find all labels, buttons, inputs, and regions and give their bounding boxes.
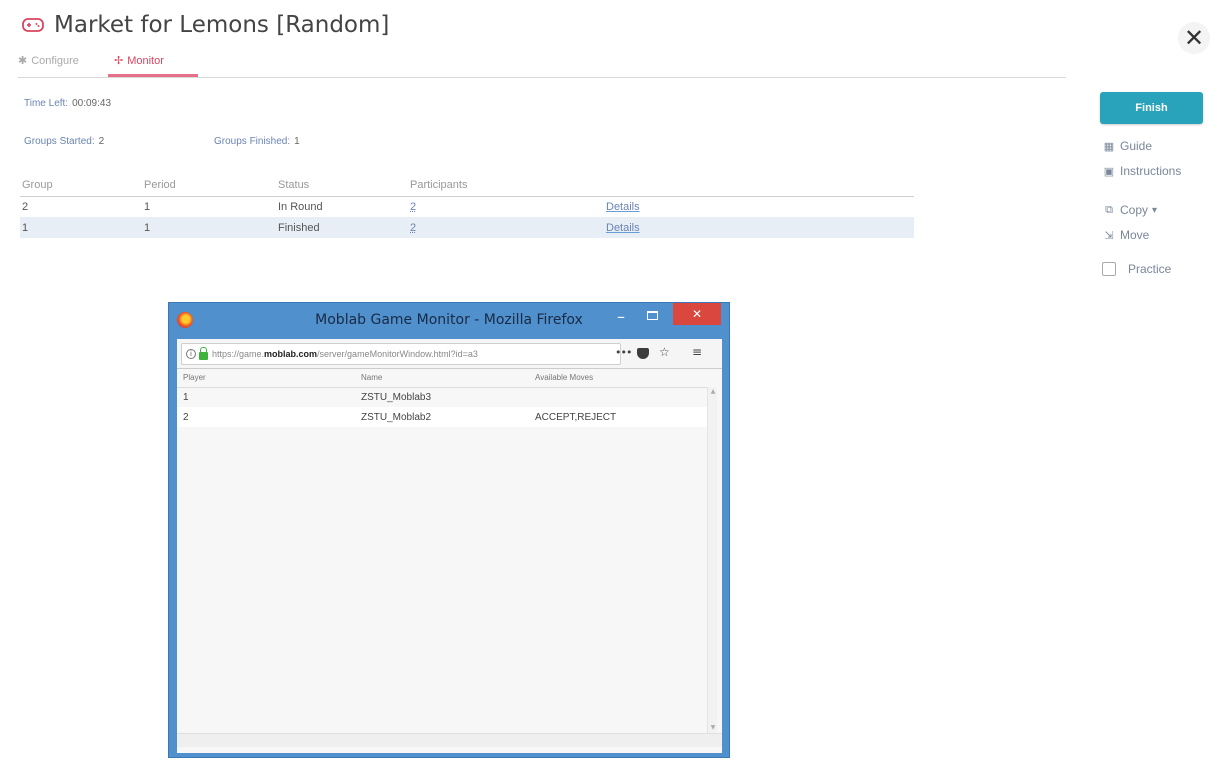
close-icon: ✕ (691, 307, 703, 321)
horizontal-scrollbar[interactable] (177, 733, 722, 747)
tab-bar: ✱ Configure ✢ Monitor (18, 50, 1066, 78)
copy-label: Copy (1120, 203, 1149, 217)
header-name: Name (355, 369, 529, 388)
details-link[interactable]: Details (606, 222, 640, 234)
cell-status: In Round (278, 200, 323, 213)
header-participants: Participants (408, 174, 604, 197)
cell-player: 2 (177, 407, 355, 427)
lock-icon (199, 346, 208, 360)
cell-period: 1 (144, 200, 151, 213)
header-actions (604, 174, 914, 197)
hamburger-menu-icon[interactable]: ≡ (692, 345, 702, 359)
participants-link[interactable]: 2 (410, 222, 416, 234)
tab-configure-label: Configure (31, 54, 79, 67)
table-row: 2 1 In Round 2 Details (20, 196, 914, 217)
table-header-row: Group Period Status Participants (20, 174, 914, 197)
scroll-down-icon[interactable]: ▼ (708, 723, 718, 733)
groups-started: Groups Started: 2 (24, 136, 104, 147)
cell-name: ZSTU_Moblab2 (355, 407, 529, 427)
practice-toggle[interactable]: Practice (1102, 262, 1171, 276)
url-path: /server/gameMonitorWindow.html?id=a3 (317, 349, 478, 359)
groups-started-label: Groups Started: (24, 136, 95, 147)
header-available-moves: Available Moves (529, 369, 707, 388)
active-tab-indicator (108, 74, 198, 77)
copy-dropdown[interactable]: ⧉ Copy ▾ (1102, 203, 1157, 217)
cell-moves: ACCEPT,REJECT (529, 407, 707, 427)
pulse-icon: ✢ (114, 55, 124, 67)
table-row: 2 ZSTU_Moblab2 ACCEPT,REJECT (177, 407, 707, 427)
firefox-toolbar: i https://game. moblab.com/server/gameMon… (177, 339, 722, 369)
details-link[interactable]: Details (606, 201, 640, 213)
time-left: Time Left: 00:09:43 (24, 98, 111, 109)
cell-status: Finished (276, 217, 408, 238)
header-group: Group (20, 174, 142, 197)
book-icon: ▦ (1103, 140, 1115, 153)
header-period: Period (142, 174, 276, 197)
time-left-value: 00:09:43 (72, 98, 112, 109)
header-player: Player (177, 369, 355, 388)
finish-button[interactable]: Finish (1100, 92, 1203, 124)
minimize-icon[interactable]: – (617, 309, 633, 325)
close-button[interactable]: ✕ (1178, 22, 1210, 54)
cell-moves (529, 387, 707, 407)
gamepad-icon (22, 18, 44, 32)
monitor-content: Player Name Available Moves 1 ZSTU_Mobla… (177, 369, 722, 753)
table-row: 1 ZSTU_Moblab3 (177, 387, 707, 407)
chevron-down-icon: ▾ (1152, 204, 1158, 216)
tab-configure[interactable]: ✱ Configure (18, 54, 79, 68)
groups-finished-value: 1 (294, 136, 300, 147)
copy-icon: ⧉ (1105, 203, 1113, 216)
tab-monitor-label: Monitor (127, 54, 164, 67)
cell-name: ZSTU_Moblab3 (361, 391, 432, 403)
maximize-icon[interactable] (647, 311, 658, 320)
close-icon: ✕ (1183, 24, 1205, 52)
practice-label: Practice (1128, 262, 1172, 276)
practice-checkbox[interactable] (1102, 262, 1116, 276)
more-actions-icon[interactable]: ••• (615, 346, 632, 359)
title-row: Market for Lemons [Random] (22, 12, 389, 38)
window-close-button[interactable]: ✕ (673, 303, 721, 325)
vertical-scrollbar[interactable]: ▲ ▼ (707, 387, 717, 733)
bookmark-star-icon[interactable]: ☆ (659, 345, 670, 359)
time-left-label: Time Left: (24, 98, 69, 109)
groups-finished-label: Groups Finished: (214, 136, 291, 147)
url-host: moblab.com (264, 349, 318, 359)
url-bar[interactable]: i https://game. moblab.com/server/gameMon… (181, 343, 621, 365)
group-table: Group Period Status Participants 2 1 In … (20, 174, 914, 238)
instructions-label: Instructions (1120, 164, 1182, 178)
guide-link[interactable]: ▦ Guide (1102, 139, 1152, 153)
cell-period: 1 (142, 217, 276, 238)
monitor-table: Player Name Available Moves 1 ZSTU_Mobla… (177, 369, 707, 427)
url-prefix: https://game. (212, 349, 265, 359)
cell-group: 2 (22, 200, 29, 213)
instructions-link[interactable]: ▣ Instructions (1102, 164, 1182, 178)
participants-link[interactable]: 2 (410, 201, 416, 213)
pocket-icon[interactable] (637, 348, 649, 359)
tab-monitor[interactable]: ✢ Monitor (114, 54, 164, 68)
groups-started-value: 2 (98, 136, 105, 147)
info-icon[interactable]: i (186, 349, 196, 359)
table-row: 1 1 Finished 2 Details (20, 217, 914, 238)
firefox-window: Moblab Game Monitor - Mozilla Firefox – … (168, 302, 730, 758)
wrench-icon: ✱ (18, 55, 28, 67)
page-title: Market for Lemons [Random] (54, 12, 390, 38)
cell-group: 1 (20, 217, 142, 238)
groups-finished: Groups Finished: 1 (214, 136, 300, 147)
guide-label: Guide (1120, 139, 1153, 153)
move-label: Move (1120, 228, 1150, 242)
cell-player: 1 (183, 391, 189, 403)
instructions-icon: ▣ (1103, 165, 1115, 178)
firefox-window-title: Moblab Game Monitor - Mozilla Firefox (315, 312, 583, 328)
scroll-up-icon[interactable]: ▲ (708, 387, 718, 397)
move-icon: ⇲ (1104, 229, 1114, 242)
firefox-titlebar[interactable]: Moblab Game Monitor - Mozilla Firefox – … (169, 303, 729, 337)
header-status: Status (276, 174, 408, 197)
move-link[interactable]: ⇲ Move (1102, 228, 1149, 242)
monitor-header-row: Player Name Available Moves (177, 369, 707, 388)
